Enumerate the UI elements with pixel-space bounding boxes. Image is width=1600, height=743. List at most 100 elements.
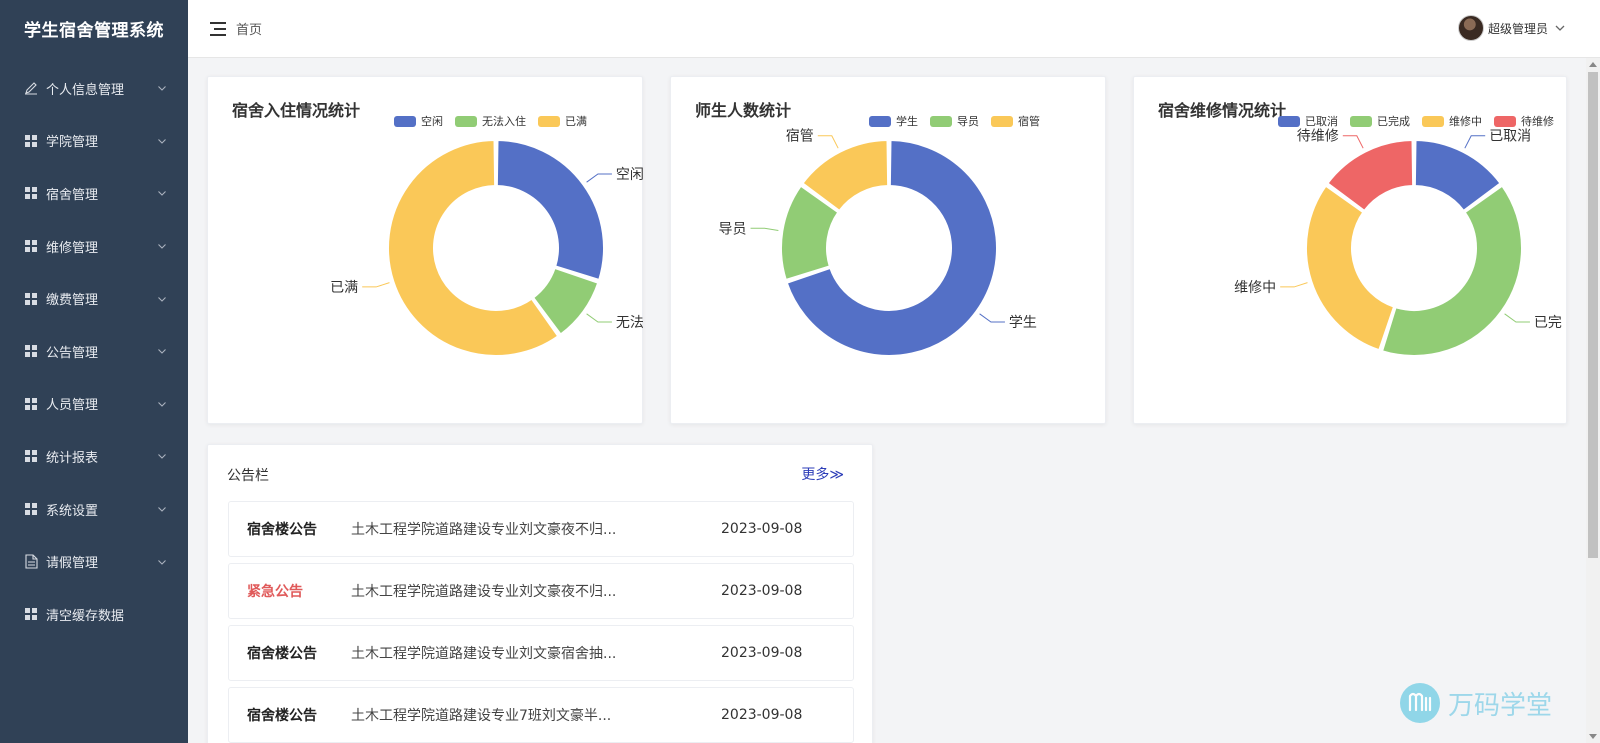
donut-slice[interactable] (495, 139, 605, 281)
watermark-text: 万码学堂 (1448, 690, 1553, 721)
slice-label: 学生 (1009, 315, 1037, 331)
sidebar-item[interactable]: 维修管理 (0, 220, 188, 273)
chevron-down-icon (156, 293, 168, 305)
label-leader-line (1342, 135, 1364, 149)
grid-icon (22, 605, 40, 623)
sidebar-item[interactable]: 人员管理 (0, 378, 188, 431)
notice-date: 2023-09-08 (721, 583, 803, 599)
sidebar-item-label: 缴费管理 (46, 293, 99, 309)
label-leader-line (817, 135, 839, 149)
donut-chart-repair: 已取消已完 维修中 待维修 (1234, 129, 1562, 357)
sidebar-item[interactable]: 清空缓存数据 (0, 588, 188, 641)
notice-text: 土木工程学院道路建设专业刘文豪夜不归... (351, 522, 617, 538)
sidebar-item-label: 宿舍管理 (46, 187, 99, 203)
slice-label: 无法入 (616, 315, 644, 331)
sidebar-item[interactable]: 个人信息管理 (0, 62, 188, 115)
watermark: 万码学堂 (1400, 683, 1552, 723)
page-scrollbar[interactable] (1586, 58, 1600, 743)
chevron-down-icon (156, 345, 168, 357)
sidebar-item-label: 学院管理 (46, 135, 99, 151)
sidebar-item[interactable]: 学院管理 (0, 115, 188, 168)
label-leader-line (750, 227, 779, 231)
slice-label: 维修中 (1234, 280, 1276, 296)
label-leader-line (1464, 135, 1486, 149)
donut-slice[interactable] (1381, 184, 1523, 357)
chevron-down-icon (156, 450, 168, 462)
sidebar-item-label: 维修管理 (46, 240, 99, 256)
grid-icon (22, 500, 40, 518)
notice-date: 2023-09-08 (721, 645, 803, 661)
sidebar-item-label: 系统设置 (46, 503, 99, 519)
sidebar-item[interactable]: 请假管理 (0, 535, 188, 588)
sidebar-menu: 个人信息管理 学院管理宿舍管理维修管理缴费管理公告管理人员管理统计报表系统设置请假… (0, 62, 188, 641)
slice-label: 已满 (330, 280, 358, 296)
sidebar-item-label: 个人信息管理 (46, 82, 125, 98)
notice-text: 土木工程学院道路建设专业刘文豪夜不归... (351, 584, 617, 600)
scroll-down-arrow-icon[interactable] (1589, 734, 1597, 739)
notice-text: 土木工程学院道路建设专业刘文豪宿舍抽... (351, 646, 617, 662)
breadcrumb[interactable]: 首页 (236, 19, 262, 38)
slice-label: 已取消 (1489, 129, 1531, 145)
chevron-down-icon (156, 503, 168, 515)
grid-icon (22, 395, 40, 413)
grid-icon (22, 184, 40, 202)
chart-card-repair: 宿舍维修情况统计 已取消 已完成 维修中 待维修 已取消 已完 维修中 待维修 (1133, 76, 1567, 424)
sidebar-item[interactable]: 宿舍管理 (0, 167, 188, 220)
slice-label: 导员 (719, 221, 747, 237)
slice-label: 待维修 (1297, 129, 1339, 145)
grid-icon (22, 342, 40, 360)
scroll-up-arrow-icon[interactable] (1589, 62, 1597, 67)
document-icon (22, 553, 40, 571)
chevron-down-icon (156, 135, 168, 147)
notice-type: 宿舍楼公告 (247, 646, 317, 662)
donut-chart-occupancy: 空闲无法入 已满 (330, 139, 644, 357)
notice-type: 紧急公告 (247, 584, 303, 600)
avatar (1457, 15, 1484, 41)
grid-icon (22, 447, 40, 465)
notice-row[interactable]: 宿舍楼公告 土木工程学院道路建设专业刘文豪夜不归... 2023-09-08 (228, 501, 854, 557)
notice-row[interactable]: 紧急公告 土木工程学院道路建设专业刘文豪夜不归... 2023-09-08 (228, 563, 854, 619)
chevron-down-icon (1554, 19, 1566, 38)
label-leader-line (979, 313, 1005, 323)
notice-date: 2023-09-08 (721, 707, 803, 723)
notice-type: 宿舍楼公告 (247, 522, 317, 538)
user-menu[interactable]: 超级管理员 (1457, 15, 1566, 41)
scrollbar-thumb[interactable] (1588, 72, 1598, 558)
chart-card-occupancy: 宿舍入住情况统计 空闲无法入住已满 空闲无法入已满 (207, 76, 644, 424)
sidebar-item[interactable]: 缴费管理 (0, 272, 188, 325)
more-link[interactable]: 更多≫ (801, 464, 844, 484)
menu-toggle-icon[interactable] (210, 21, 226, 36)
donut-slice[interactable] (1305, 184, 1396, 352)
notice-row[interactable]: 宿舍楼公告 土木工程学院道路建设专业7班刘文豪半... 2023-09-08 (228, 687, 854, 743)
sidebar-item[interactable]: 公告管理 (0, 325, 188, 378)
grid-icon (22, 290, 40, 308)
chevron-down-icon (156, 82, 168, 94)
sidebar-item-label: 统计报表 (46, 450, 99, 466)
sidebar-item[interactable]: 统计报表 (0, 430, 188, 483)
slice-label: 宿管 (786, 128, 814, 145)
chevron-down-icon (156, 398, 168, 410)
donut-chart-population: 学生 导员 宿管 (719, 128, 1037, 357)
label-leader-line (1280, 282, 1308, 288)
chart-card-population: 师生人数统计 学生 导员 宿管 学生 导员 宿管 (670, 76, 1106, 424)
app-title: 学生宿舍管理系统 (24, 21, 164, 41)
grid-icon (22, 237, 40, 255)
slice-label: 已完 (1534, 315, 1562, 331)
label-leader-line (586, 173, 612, 183)
label-leader-line (362, 282, 390, 288)
edit-icon (22, 79, 40, 97)
top-header: 首页 超级管理员 (188, 0, 1600, 58)
notice-row[interactable]: 宿舍楼公告 土木工程学院道路建设专业刘文豪宿舍抽... 2023-09-08 (228, 625, 854, 681)
sidebar-item-label: 人员管理 (46, 398, 99, 414)
slice-label: 空闲 (616, 167, 644, 183)
notice-date: 2023-09-08 (721, 521, 803, 537)
sidebar-item[interactable]: 系统设置 (0, 483, 188, 536)
grid-icon (22, 132, 40, 150)
notice-title: 公告栏 (227, 468, 269, 484)
user-name: 超级管理员 (1487, 21, 1548, 36)
notice-board: 公告栏 更多≫ 宿舍楼公告 土木工程学院道路建设专业刘文豪夜不归... 2023-0… (207, 444, 873, 743)
notice-text: 土木工程学院道路建设专业7班刘文豪半... (351, 708, 612, 724)
sidebar-item-label: 公告管理 (46, 345, 99, 361)
chevron-down-icon (156, 556, 168, 568)
watermark-logo-icon (1400, 683, 1440, 723)
